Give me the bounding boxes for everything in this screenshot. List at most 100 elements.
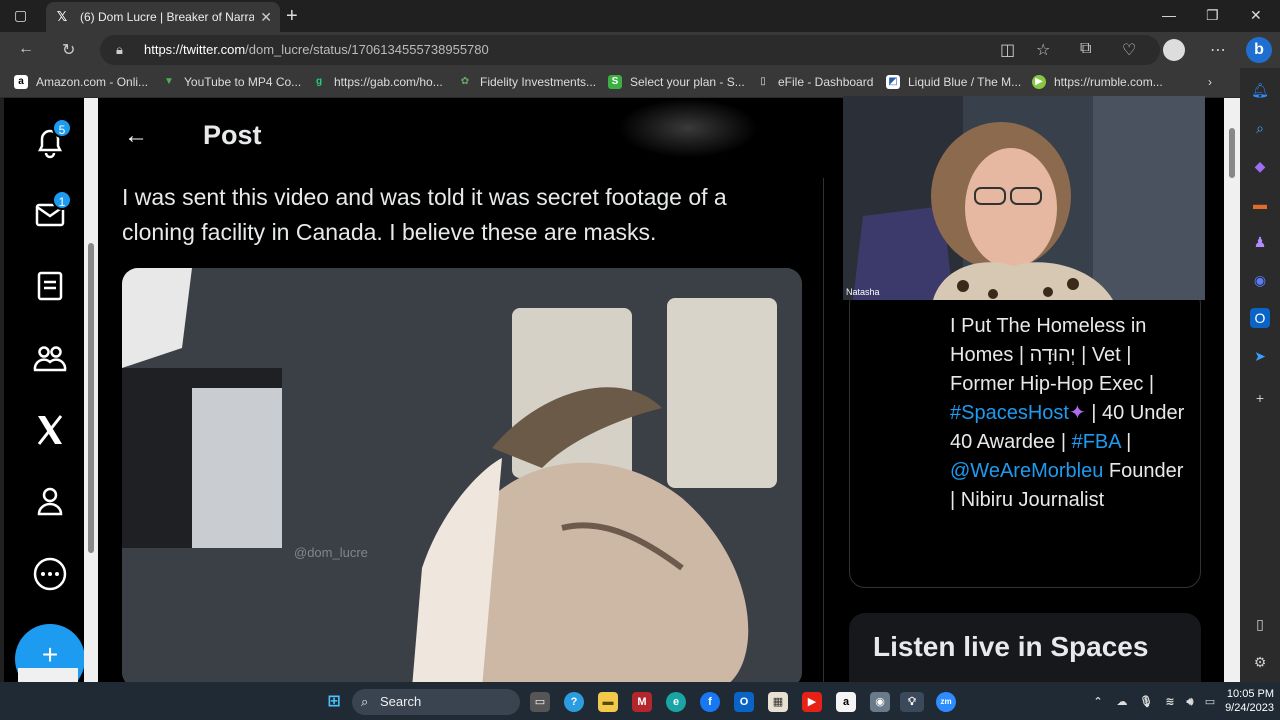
- copilot-icon[interactable]: ◉: [1250, 270, 1270, 290]
- new-tab-button[interactable]: +: [286, 5, 298, 28]
- back-icon[interactable]: ←: [18, 40, 34, 58]
- post-column: ← Post I was sent this video and was tol…: [98, 98, 824, 682]
- bookmarks-overflow-icon[interactable]: ›: [1208, 75, 1212, 89]
- video-watermark: @dom_lucre: [294, 545, 368, 560]
- add-sidebar-icon[interactable]: +: [1250, 388, 1270, 408]
- bookmark-item[interactable]: ◩ Liquid Blue / The M...: [886, 75, 1021, 89]
- windows-start-icon[interactable]: ⊞: [324, 692, 344, 712]
- onedrive-icon[interactable]: ☁: [1112, 692, 1132, 712]
- wearemorbleu-mention[interactable]: @WeAreMorbleu: [950, 460, 1103, 482]
- tab-title: (6) Dom Lucre | Breaker of Narrat: [80, 10, 255, 24]
- browser-tab[interactable]: 𝕏 (6) Dom Lucre | Breaker of Narrat ✕: [46, 2, 280, 32]
- taskbar-search[interactable]: ⌕ Search: [352, 689, 520, 715]
- facebook-icon[interactable]: f: [700, 692, 720, 712]
- file-explorer-icon[interactable]: ▬: [598, 692, 618, 712]
- split-screen-icon[interactable]: ◫: [1000, 40, 1015, 60]
- page-scrollbar[interactable]: [1224, 98, 1240, 682]
- page-title: Post: [203, 120, 262, 150]
- profile-avatar[interactable]: [1163, 39, 1185, 61]
- sparkle-icon: ✦: [1068, 402, 1086, 424]
- document-icon: ▯: [760, 76, 766, 87]
- clock-time: 10:05 PM: [1226, 688, 1274, 700]
- left-scrollbar-thumb[interactable]: [88, 243, 94, 553]
- windows-taskbar: ⊞ ⌕ Search ▭ ? ▬ M e f O ▦ ▶ a ◉ 💡︎ zm ⌃…: [0, 682, 1280, 720]
- outlook-taskbar-icon[interactable]: O: [734, 692, 754, 712]
- search-icon[interactable]: ⌕: [1250, 118, 1270, 138]
- outlook-icon[interactable]: O: [1250, 308, 1270, 328]
- games-icon[interactable]: ♟: [1250, 232, 1270, 252]
- communities-icon[interactable]: [30, 338, 70, 378]
- back-arrow-icon[interactable]: ←: [124, 122, 148, 150]
- profile-icon[interactable]: [30, 482, 70, 522]
- restore-button[interactable]: ❐: [1206, 7, 1219, 24]
- rumble-icon: ▶: [1032, 75, 1046, 89]
- extensions-icon[interactable]: ♡: [1122, 40, 1136, 60]
- webcam-overlay: Natasha: [843, 96, 1205, 300]
- amazon-icon: a: [14, 75, 28, 89]
- camera-icon[interactable]: ◉: [870, 692, 890, 712]
- blurred-overlay: [618, 98, 758, 158]
- clock-date: 9/24/2023: [1225, 702, 1274, 714]
- more-menu-icon[interactable]: ⋯: [1210, 40, 1226, 60]
- x-premium-icon[interactable]: [30, 410, 70, 450]
- bookmark-item[interactable]: ▼ YouTube to MP4 Co...: [162, 75, 301, 89]
- fba-hashtag[interactable]: #FBA: [1072, 431, 1121, 453]
- send-icon[interactable]: ➤: [1250, 346, 1270, 366]
- spaces-title: Listen live in Spaces: [873, 631, 1149, 662]
- bio-text: I Put The Homeless in Homes | יְהוּדָה |…: [950, 315, 1185, 511]
- edge-browser-icon[interactable]: e: [666, 692, 686, 712]
- sidebar-panel-icon[interactable]: ▯: [1250, 614, 1270, 634]
- minimize-button[interactable]: —: [1162, 7, 1176, 23]
- edge-sidebar: 🔔︎ ⌕ ◆ ▬ ♟ ◉ O ➤ + ▯ ⚙: [1240, 68, 1280, 688]
- url-host: https://twitter.com: [144, 42, 246, 57]
- fidelity-icon: ✿: [460, 76, 470, 87]
- select-plan-icon: S: [608, 75, 622, 89]
- download-arrow-icon: ▼: [164, 76, 174, 87]
- page-scrollbar-thumb[interactable]: [1229, 128, 1235, 178]
- bookmark-item[interactable]: ✿ Fidelity Investments...: [458, 75, 596, 89]
- horizontal-scrollbar[interactable]: [18, 668, 78, 682]
- microphone-icon[interactable]: 🎙︎: [1136, 692, 1156, 712]
- close-window-button[interactable]: ✕: [1250, 7, 1262, 24]
- bookmark-item[interactable]: ▶ https://rumble.com...: [1032, 75, 1163, 89]
- tips-lightbulb-icon[interactable]: 💡︎: [900, 692, 924, 712]
- spaces-card: Listen live in Spaces: [849, 613, 1201, 682]
- notification-bell-icon[interactable]: 🔔︎: [1250, 80, 1270, 100]
- bookmark-item[interactable]: g https://gab.com/ho...: [312, 75, 443, 89]
- shopping-tag-icon[interactable]: ◆: [1250, 156, 1270, 176]
- search-magnifier-icon: ⌕: [361, 694, 369, 709]
- tray-overflow-icon[interactable]: ⌃: [1088, 692, 1108, 712]
- bookmark-item[interactable]: S Select your plan - S...: [608, 75, 745, 89]
- tab-actions-icon[interactable]: ▢: [14, 7, 27, 24]
- favorites-icon[interactable]: ☆: [1036, 40, 1050, 60]
- settings-gear-icon[interactable]: ⚙: [1250, 652, 1270, 672]
- collections-icon[interactable]: ⧉: [1080, 40, 1091, 58]
- more-options-icon[interactable]: [30, 554, 70, 594]
- bing-copilot-icon[interactable]: b: [1246, 37, 1272, 63]
- battery-icon[interactable]: ▭: [1200, 692, 1220, 712]
- amazon-taskbar-icon[interactable]: a: [836, 692, 856, 712]
- taskbar-clock[interactable]: 10:05 PM 9/24/2023: [1222, 687, 1274, 715]
- lists-icon[interactable]: [30, 266, 70, 306]
- tools-icon[interactable]: ▬: [1250, 194, 1270, 214]
- bookmarks-bar: a Amazon.com - Onli... ▼ YouTube to MP4 Co…: [0, 68, 1280, 98]
- bookmark-item[interactable]: ▯ eFile - Dashboard: [756, 75, 873, 89]
- help-icon[interactable]: ?: [564, 692, 584, 712]
- store-icon[interactable]: ▦: [768, 692, 788, 712]
- notifications-badge: 5: [52, 118, 72, 138]
- spaces-host-hashtag[interactable]: #SpacesHost: [950, 402, 1069, 424]
- refresh-icon[interactable]: ↻: [62, 40, 75, 60]
- gab-icon: g: [315, 76, 323, 87]
- bookmark-item[interactable]: a Amazon.com - Onli...: [14, 75, 148, 89]
- bio-card: I Put The Homeless in Homes | יְהוּדָה |…: [849, 288, 1201, 588]
- volume-icon[interactable]: 🔊︎: [1180, 692, 1200, 712]
- task-view-icon[interactable]: ▭: [530, 692, 550, 712]
- mcafee-icon[interactable]: M: [632, 692, 652, 712]
- youtube-icon[interactable]: ▶: [802, 692, 822, 712]
- video-player[interactable]: @dom_lucre: [122, 268, 802, 682]
- wifi-icon[interactable]: ≋: [1160, 692, 1180, 712]
- tab-close-icon[interactable]: ✕: [260, 9, 272, 26]
- left-scrollbar[interactable]: [84, 98, 98, 682]
- zoom-icon[interactable]: zm: [936, 692, 956, 712]
- post-header: ← Post: [98, 98, 824, 178]
